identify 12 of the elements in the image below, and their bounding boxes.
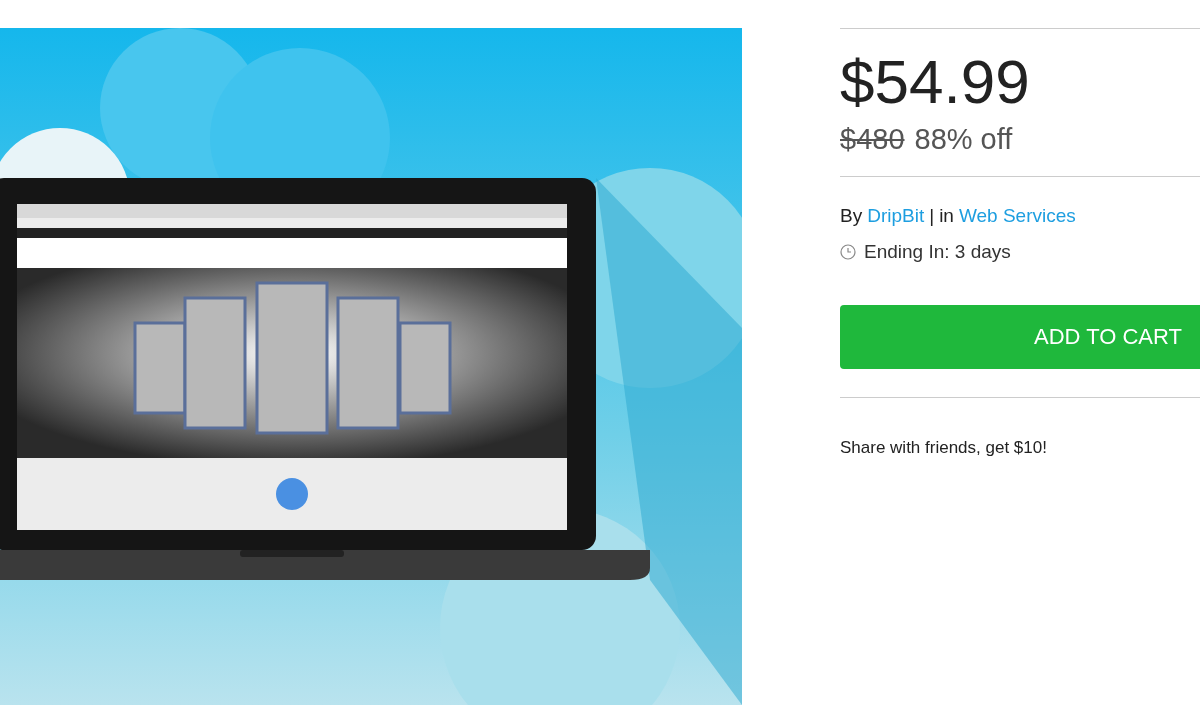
category-link[interactable]: Web Services	[958, 205, 1076, 227]
vendor-link[interactable]: DripBit	[867, 205, 925, 227]
sale-price: $54.99	[840, 47, 1031, 117]
share-text: Share with friends, get $10!	[840, 438, 1048, 458]
discount-label: 88% off	[914, 123, 1013, 156]
clock-icon	[840, 244, 856, 260]
original-price: $480	[840, 123, 905, 156]
category-prefix: in	[939, 205, 954, 227]
separator: |	[929, 205, 935, 227]
vendor-prefix: By	[840, 205, 863, 227]
add-to-cart-button[interactable]: ADD TO CART	[840, 305, 1200, 369]
ending-time: Ending In: 3 days	[864, 241, 1011, 263]
